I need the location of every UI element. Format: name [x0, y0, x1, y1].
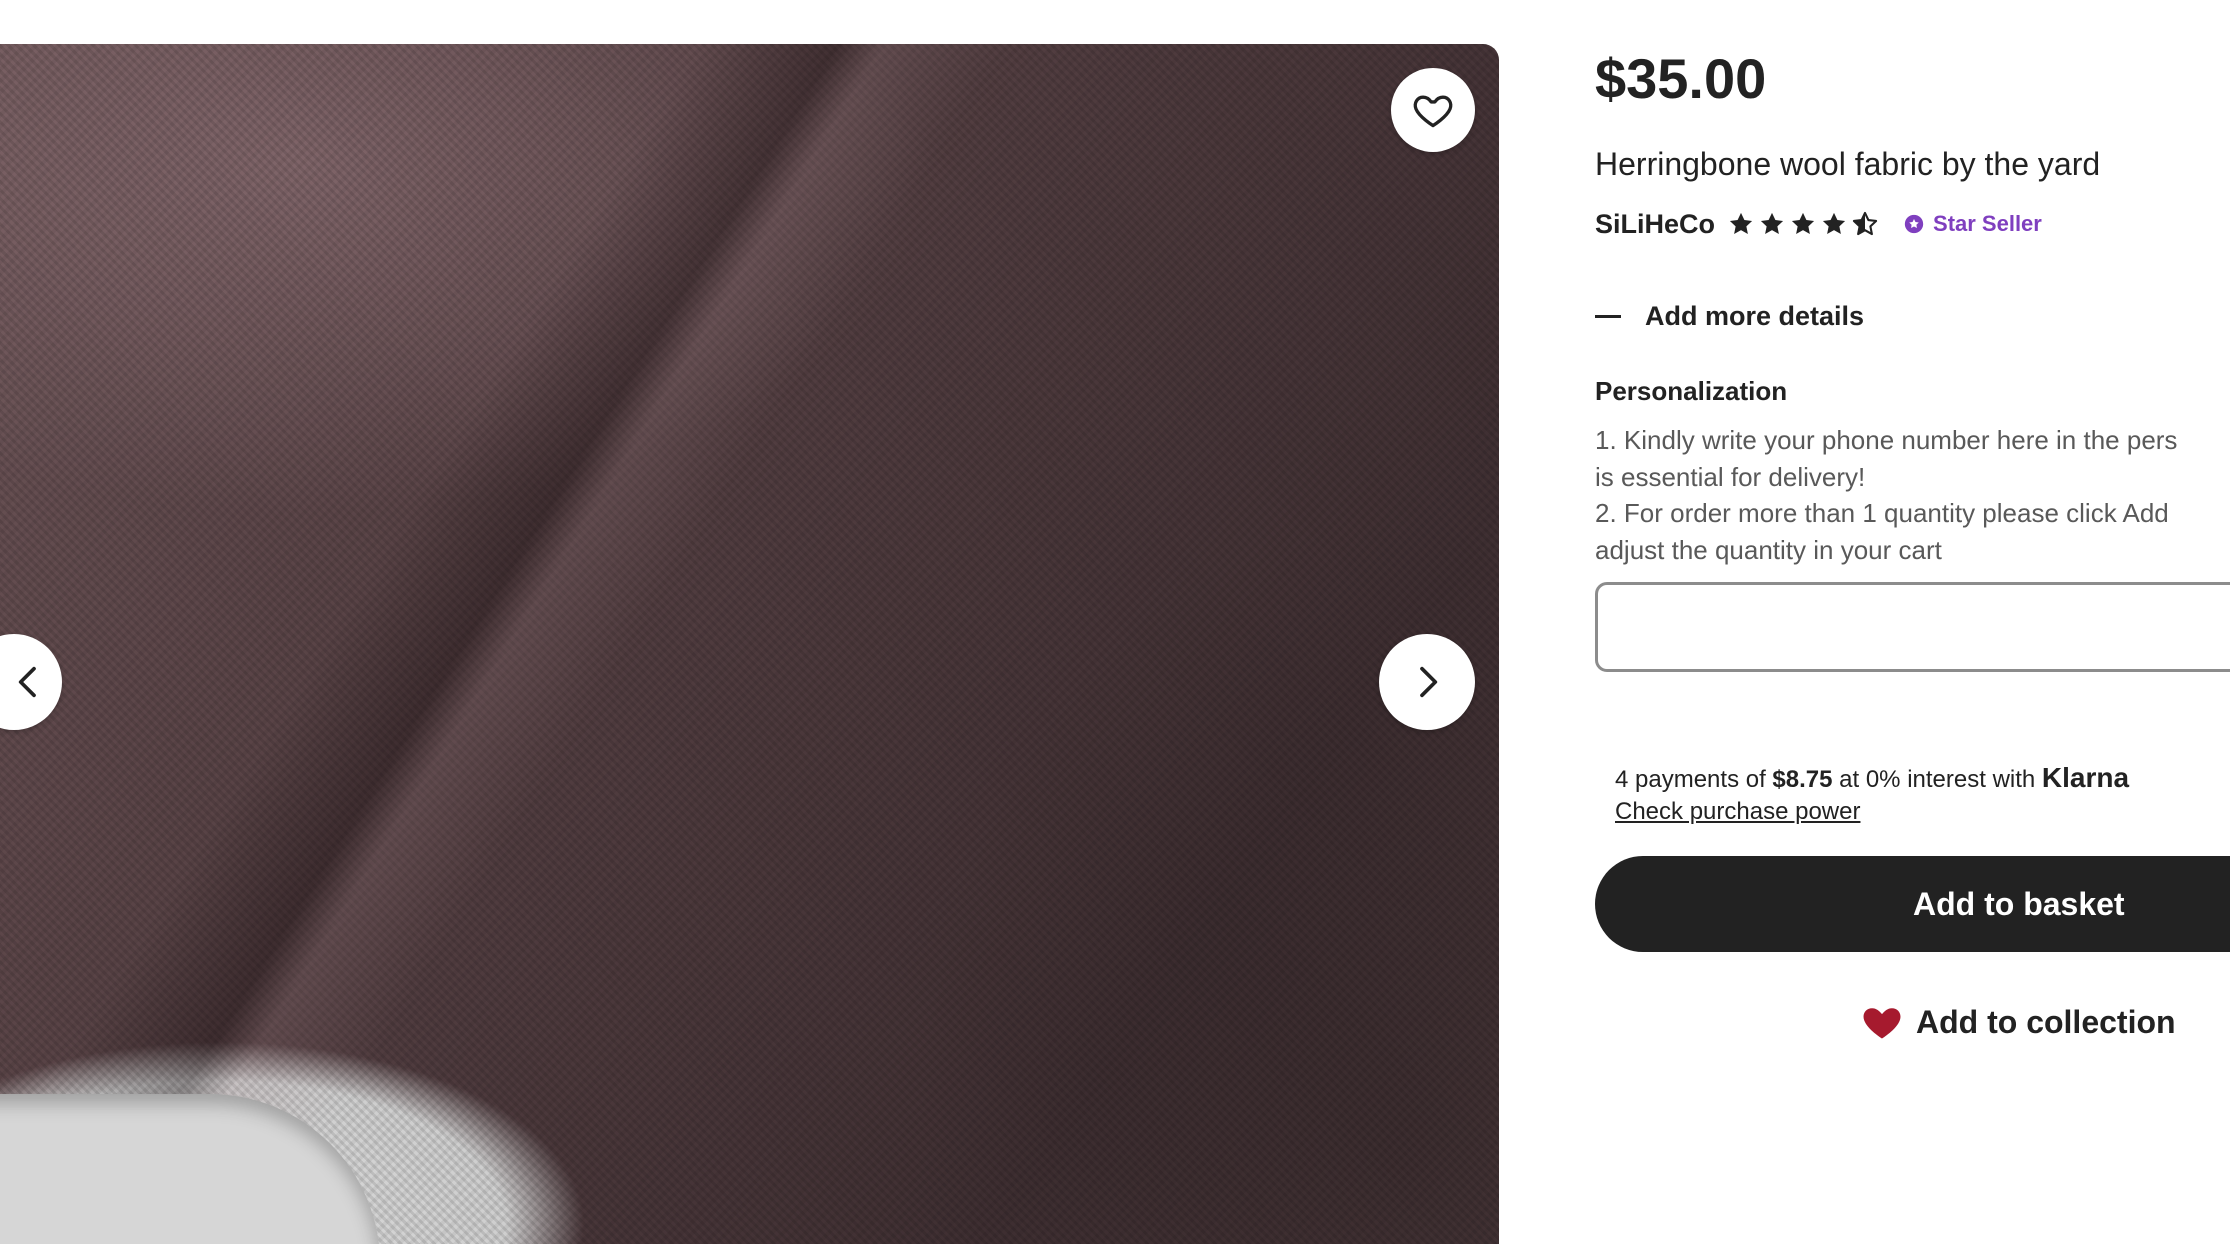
check-purchase-power-link[interactable]: Check purchase power [1615, 796, 1860, 828]
add-to-basket-button[interactable]: Add to basket [1595, 856, 2230, 952]
klarna-amount: $8.75 [1772, 766, 1833, 793]
klarna-logo: Klarna [2041, 762, 2130, 793]
personalization-input[interactable] [1595, 582, 2230, 672]
favorite-button[interactable] [1391, 68, 1475, 152]
seller-name-link[interactable]: SiLiHeCo [1595, 209, 1715, 240]
chevron-left-icon [18, 666, 36, 698]
collapse-dash-icon [1595, 314, 1621, 318]
half-star-icon [1852, 211, 1878, 236]
star-seller-badge[interactable]: Star Seller [1903, 211, 2042, 237]
add-more-details-label: Add more details [1645, 300, 1865, 331]
instruction-line: 1. Kindly write your phone number here i… [1595, 425, 2178, 455]
klarna-prefix: 4 payments of [1615, 766, 1773, 793]
klarna-line: 4 payments of $8.75 at 0% interest with … [1615, 762, 2129, 796]
heart-filled-icon [1863, 1008, 1901, 1039]
star-icon [1760, 212, 1784, 235]
add-to-collection-label: Add to collection [1916, 1003, 2176, 1040]
add-to-basket-label: Add to basket [1913, 886, 2125, 922]
price: $35.00 [1595, 47, 1767, 110]
add-to-collection-button[interactable]: Add to collection [1860, 998, 2176, 1046]
instruction-line: adjust the quantity in your cart [1595, 534, 1942, 565]
klarna-payment-info: 4 payments of $8.75 at 0% interest with … [1615, 762, 2129, 828]
seller-row: SiLiHeCo Star Seller [1595, 206, 2042, 242]
instruction-line: 2. For order more than 1 quantity please… [1595, 498, 2169, 528]
rating-stars[interactable] [1727, 210, 1879, 238]
product-title: Herringbone wool fabric by the yard [1595, 146, 2101, 182]
star-icon [1822, 212, 1846, 235]
product-image[interactable] [0, 44, 1499, 1244]
star-seller-label: Star Seller [1933, 211, 2042, 236]
star-icon [1729, 212, 1753, 235]
next-image-button[interactable] [1379, 634, 1475, 730]
star-icon [1791, 212, 1815, 235]
personalization-label: Personalization [1595, 376, 1788, 406]
chevron-right-icon [1420, 666, 1438, 698]
heart-outline-icon [1413, 95, 1453, 128]
klarna-middle: at 0% interest with [1832, 766, 2042, 793]
add-more-details-toggle[interactable]: Add more details [1595, 296, 1864, 336]
personalization-instructions: 1. Kindly write your phone number here i… [1595, 422, 2230, 572]
instruction-line: is essential for delivery! [1595, 461, 1866, 492]
star-seller-icon [1904, 214, 1924, 234]
